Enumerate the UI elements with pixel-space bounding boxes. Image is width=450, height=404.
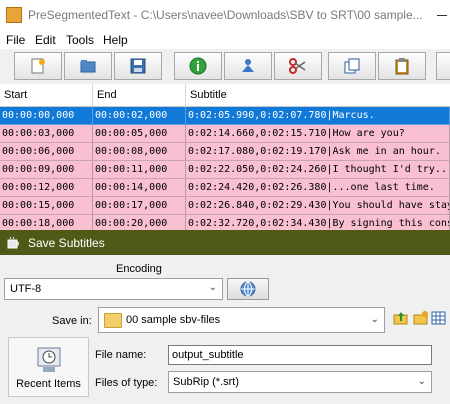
cell-end: 00:00:02,000 [93, 107, 186, 125]
cell-start: 00:00:09,000 [0, 161, 93, 179]
recent-items-icon [37, 347, 61, 372]
cell-end: 00:00:08,000 [93, 143, 186, 161]
table-row[interactable]: 00:00:00,000 00:00:02,000 0:02:05.990,0:02… [0, 107, 450, 125]
column-header-start[interactable]: Start [0, 84, 93, 106]
table-row[interactable]: 00:00:12,000 00:00:14,000 0:02:24.420,0:02… [0, 179, 450, 197]
new-file-button[interactable] [14, 52, 62, 80]
open-folder-icon [80, 60, 96, 73]
cell-start: 00:00:03,000 [0, 125, 93, 143]
save-in-label: Save in: [52, 315, 92, 327]
copy-icon [344, 58, 360, 74]
chevron-down-icon: ⌄ [417, 376, 426, 387]
globe-icon [240, 281, 256, 297]
menu-file[interactable]: File [6, 33, 25, 47]
menu-tools[interactable]: Tools [66, 33, 94, 47]
cell-subtitle: 0:02:14.660,0:02:15.710|How are you? [186, 125, 450, 143]
split-button[interactable] [224, 52, 272, 80]
cell-subtitle: 0:02:17.080,0:02:19.170|Ask me in an hou… [186, 143, 450, 161]
info-button[interactable] [174, 52, 222, 80]
files-of-type-value: SubRip (*.srt) [173, 376, 240, 388]
table-row[interactable]: 00:00:15,000 00:00:17,000 0:02:26.840,0:02… [0, 197, 450, 215]
more-toolbar-button[interactable] [436, 52, 450, 80]
title-bar: PreSegmentedText - C:\Users\navee\Downlo… [0, 0, 450, 30]
new-file-icon [31, 58, 45, 74]
toolbar [0, 49, 450, 85]
new-folder-icon[interactable] [413, 310, 429, 326]
files-of-type-select[interactable]: SubRip (*.srt) ⌄ [168, 371, 432, 393]
cell-start: 00:00:12,000 [0, 179, 93, 197]
subtitle-grid: Start End Subtitle 00:00:00,000 00:00:02,… [0, 84, 450, 230]
recent-items-label: Recent Items [16, 378, 81, 390]
cell-subtitle: 0:02:24.420,0:02:26.380|...one last time… [186, 179, 450, 197]
copy-button[interactable] [328, 52, 376, 80]
table-row[interactable]: 00:00:09,000 00:00:11,000 0:02:22.050,0:02… [0, 161, 450, 179]
view-menu-icon[interactable] [431, 310, 447, 326]
cell-start: 00:00:00,000 [0, 107, 93, 125]
menu-bar: File Edit Tools Help [0, 30, 450, 49]
save-in-value: 00 sample sbv-files [126, 314, 221, 326]
table-row[interactable]: 00:00:18,000 00:00:20,000 0:02:32.720,0:02… [0, 215, 450, 230]
encoding-detect-button[interactable] [227, 278, 269, 300]
scissors-icon [289, 58, 306, 74]
menu-help[interactable]: Help [103, 33, 128, 47]
grid-header: Start End Subtitle [0, 84, 450, 107]
encoding-select[interactable]: UTF-8 ⌄ [4, 278, 223, 300]
up-folder-icon[interactable] [393, 310, 409, 326]
encoding-value: UTF-8 [10, 283, 42, 295]
window-title: PreSegmentedText - C:\Users\navee\Downlo… [28, 8, 423, 22]
cell-end: 00:00:17,000 [93, 197, 186, 215]
cell-end: 00:00:05,000 [93, 125, 186, 143]
cell-subtitle: 0:02:32.720,0:02:34.430|By signing this … [186, 215, 450, 230]
table-row[interactable]: 00:00:06,000 00:00:08,000 0:02:17.080,0:02… [0, 143, 450, 161]
cut-button[interactable] [274, 52, 322, 80]
encoding-label: Encoding [116, 263, 162, 275]
app-icon [6, 7, 22, 23]
coffee-cup-icon [7, 236, 19, 249]
save-button[interactable] [114, 52, 162, 80]
cell-start: 00:00:06,000 [0, 143, 93, 161]
cell-start: 00:00:15,000 [0, 197, 93, 215]
dialog-title-bar: Save Subtitles [0, 230, 450, 255]
files-of-type-label: Files of type: [95, 377, 158, 389]
open-file-button[interactable] [64, 52, 112, 80]
column-header-subtitle[interactable]: Subtitle [186, 84, 450, 106]
menu-edit[interactable]: Edit [35, 33, 56, 47]
cell-subtitle: 0:02:05.990,0:02:07.780|Marcus. [186, 107, 450, 125]
column-header-end[interactable]: End [93, 84, 186, 106]
save-in-select[interactable]: 00 sample sbv-files ⌄ [98, 307, 385, 333]
cell-end: 00:00:14,000 [93, 179, 186, 197]
chevron-down-icon: ⌄ [370, 314, 379, 325]
minimize-icon[interactable] [437, 15, 447, 16]
file-name-label: File name: [95, 349, 147, 361]
cell-end: 00:00:20,000 [93, 215, 186, 230]
split-tool-icon [242, 59, 254, 72]
recent-items-button[interactable]: Recent Items [8, 337, 89, 397]
paste-button[interactable] [378, 52, 426, 80]
cell-end: 00:00:11,000 [93, 161, 186, 179]
folder-icon [104, 313, 122, 328]
chevron-down-icon: ⌄ [208, 282, 217, 293]
cell-subtitle: 0:02:26.840,0:02:29.430|You should have … [186, 197, 450, 215]
save-disk-icon [130, 58, 146, 74]
file-name-input[interactable] [168, 345, 432, 365]
save-subtitles-dialog: Save Subtitles Encoding UTF-8 ⌄ Save in:… [0, 230, 450, 404]
cell-subtitle: 0:02:22.050,0:02:24.260|I thought I'd tr… [186, 161, 450, 179]
table-row[interactable]: 00:00:03,000 00:00:05,000 0:02:14.660,0:02… [0, 125, 450, 143]
cell-start: 00:00:18,000 [0, 215, 93, 230]
paste-clipboard-icon [395, 58, 409, 75]
info-icon [189, 57, 207, 75]
dialog-title: Save Subtitles [28, 236, 105, 250]
